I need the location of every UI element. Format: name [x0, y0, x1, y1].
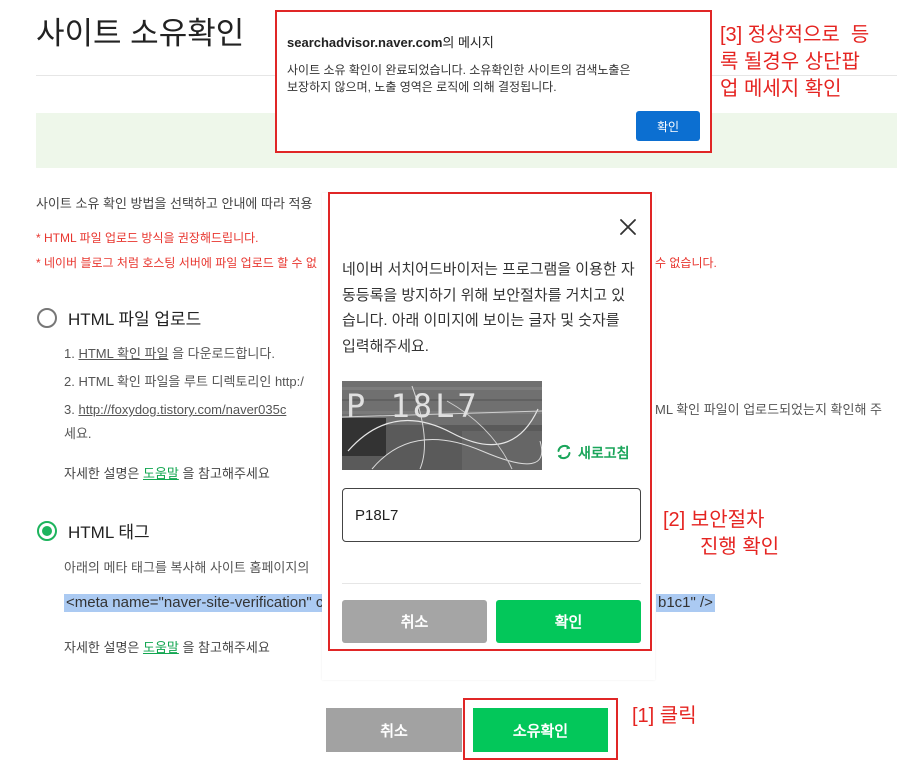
highlight-box-step-1	[463, 698, 618, 760]
close-icon[interactable]	[619, 218, 637, 236]
step-1-prefix: 1.	[64, 346, 79, 361]
help-prefix: 자세한 설명은	[64, 640, 143, 655]
cancel-button[interactable]: 취소	[326, 708, 462, 752]
instruction-line: 동등록을 방지하기 위해 보안절차를 거치고 있	[342, 286, 626, 304]
instruction-line: 습니다. 아래 이미지에 보이는 글자 및 숫자를	[342, 312, 620, 329]
instruction-line: 입력해주세요.	[342, 337, 429, 355]
annotation-step-3-line: [3] 정상적으로 등	[720, 24, 870, 46]
refresh-captcha-button[interactable]: 새로고침	[578, 443, 630, 463]
captcha-cancel-button[interactable]: 취소	[342, 600, 487, 643]
verification-url-link[interactable]: http://foxydog.tistory.com/naver035c	[78, 402, 286, 417]
help-link[interactable]: 도움말	[143, 640, 179, 655]
annotation-step-3-line: 록 될경우 상단팝	[720, 51, 860, 73]
html-file-step-3-wrap: 세요.	[64, 426, 92, 441]
radio-selected-dot	[42, 526, 52, 536]
captcha-confirm-button[interactable]: 확인	[496, 600, 641, 643]
html-file-step-3: 3. http://foxydog.tistory.com/naver035c	[64, 401, 322, 419]
meta-tag-code[interactable]: <meta name="naver-site-verification" co	[64, 594, 322, 618]
meta-tag-code-tail-text[interactable]: b1c1" />	[656, 594, 715, 612]
captcha-image-text: P 18L7	[346, 387, 480, 425]
meta-tag-code-tail[interactable]: b1c1" />	[656, 594, 906, 618]
html-file-step-2: 2. HTML 확인 파일을 루트 디렉토리인 http:/	[64, 374, 304, 389]
html-file-step-3-tail: ML 확인 파일이 업로드되었는지 확인해 주	[655, 402, 882, 417]
annotation-step-3-line: 업 메세지 확인	[720, 78, 842, 100]
captcha-image: P 18L7	[341, 381, 543, 470]
step-3-prefix: 3.	[64, 402, 79, 417]
annotation-step-2-line-1: [2] 보안절차	[663, 509, 765, 531]
step-1-suffix: 을 다운로드합니다.	[168, 346, 275, 361]
help-suffix: 을 참고해주세요	[178, 640, 270, 655]
radio-html-tag-label[interactable]: HTML 태그	[68, 518, 150, 543]
help-prefix: 자세한 설명은	[64, 466, 143, 481]
captcha-instructions: 네이버 서치어드바이저는 프로그램을 이용한 자 동등록을 방지하기 위해 보안…	[342, 257, 642, 359]
annotation-step-3: [3] 정상적으로 등 록 될경우 상단팝 업 메세지 확인	[720, 22, 910, 112]
instruction-line: 네이버 서치어드바이저는 프로그램을 이용한 자	[342, 261, 635, 278]
notice-blog: * 네이버 블로그 처럼 호스팅 서버에 파일 업로드 할 수 없	[36, 256, 317, 270]
html-tag-help: 자세한 설명은 도움말 을 참고해주세요	[64, 639, 270, 657]
html-file-download-link[interactable]: HTML 확인 파일	[78, 346, 168, 361]
help-link[interactable]: 도움말	[143, 466, 179, 481]
meta-tag-code-text[interactable]: <meta name="naver-site-verification" co	[64, 594, 322, 612]
annotation-step-1: [1] 클릭	[632, 705, 697, 727]
radio-html-file[interactable]	[37, 308, 57, 328]
radio-html-file-label[interactable]: HTML 파일 업로드	[68, 305, 201, 330]
captcha-input[interactable]	[342, 488, 641, 542]
annotation-step-2-line-2: 진행 확인	[700, 536, 780, 558]
html-tag-description: 아래의 메타 태그를 복사해 사이트 홈페이지의	[64, 560, 310, 575]
html-file-step-1: 1. HTML 확인 파일 을 다운로드합니다.	[64, 345, 322, 363]
page-title: 사이트 소유확인	[36, 16, 245, 51]
notice-recommend: * HTML 파일 업로드 방식을 권장해드립니다.	[36, 231, 259, 245]
notice-blog-tail: 수 없습니다.	[655, 256, 717, 270]
intro-text: 사이트 소유 확인 방법을 선택하고 안내에 따라 적용	[36, 196, 313, 211]
refresh-icon[interactable]	[555, 443, 573, 461]
radio-html-tag[interactable]	[37, 521, 57, 541]
highlight-box-step-3	[275, 10, 712, 153]
help-suffix: 을 참고해주세요	[178, 466, 270, 481]
html-file-help: 자세한 설명은 도움말 을 참고해주세요	[64, 465, 270, 483]
modal-divider	[342, 583, 641, 584]
